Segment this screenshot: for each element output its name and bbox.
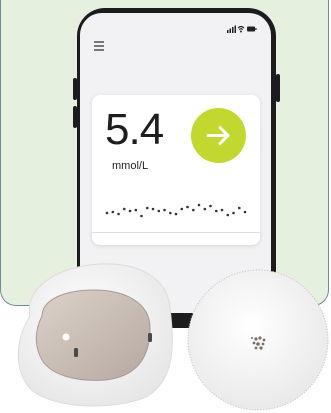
- trend-point: [146, 206, 149, 210]
- arrow-right-icon: [206, 126, 230, 145]
- phone-side-button: [276, 74, 280, 102]
- trend-point: [111, 210, 115, 214]
- sensor-disc: [35, 289, 151, 381]
- trend-point: [140, 214, 143, 218]
- sensor-front: [187, 269, 329, 411]
- trend-point: [197, 203, 201, 207]
- battery-icon: [247, 26, 257, 32]
- menu-icon[interactable]: [94, 41, 104, 53]
- glucose-value: 5.4: [105, 105, 164, 154]
- trend-graph: [105, 203, 247, 218]
- sensor-dot: [62, 333, 70, 341]
- trend-point: [169, 211, 172, 215]
- trend-point: [117, 212, 120, 216]
- trend-point: [192, 208, 195, 212]
- trend-point: [157, 209, 161, 213]
- trend-point: [226, 213, 230, 217]
- status-bar-icons: [227, 25, 257, 33]
- trend-point: [105, 211, 109, 215]
- trend-point: [174, 212, 178, 216]
- wifi-icon: [237, 25, 245, 33]
- card-divider: [92, 232, 260, 233]
- trend-point: [186, 205, 189, 209]
- trend-point: [163, 208, 166, 212]
- signal-icon: [227, 25, 236, 33]
- trend-point: [232, 211, 235, 215]
- trend-point: [128, 209, 132, 213]
- trend-point: [151, 207, 155, 211]
- sensor-notch: [148, 333, 152, 342]
- trend-point: [220, 208, 224, 212]
- sensor-back: [17, 263, 173, 407]
- glucose-unit: mmol/L: [112, 160, 149, 172]
- phone-side-button: [73, 106, 77, 128]
- trend-point: [243, 210, 247, 214]
- trend-point: [203, 207, 207, 211]
- trend-point: [215, 209, 218, 213]
- trend-point: [134, 208, 138, 212]
- sensor-notch: [74, 348, 78, 357]
- phone-side-button: [73, 78, 77, 100]
- trend-point: [123, 207, 126, 211]
- trend-point: [209, 204, 212, 208]
- trend-arrow-button[interactable]: [191, 108, 246, 163]
- sensor-front-outline: [187, 269, 329, 411]
- trend-point: [238, 206, 241, 210]
- trend-point: [180, 207, 184, 211]
